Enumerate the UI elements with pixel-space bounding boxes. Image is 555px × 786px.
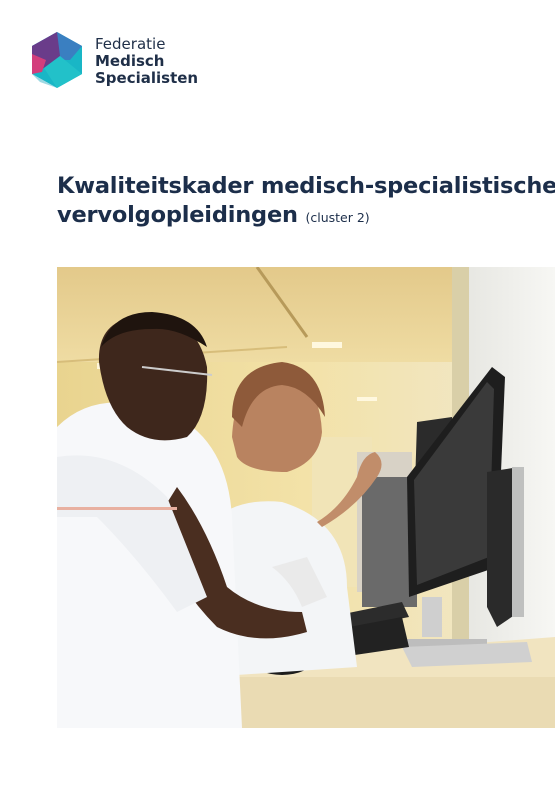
title-suffix: (cluster 2) — [305, 210, 370, 225]
fms-hexagon-logo-icon — [32, 32, 82, 88]
photo-illustration — [57, 267, 555, 728]
title-main: vervolgopleidingen — [57, 202, 298, 228]
logo-line-specialisten: Specialisten — [95, 69, 199, 87]
title-line-1: Kwaliteitskader medisch-specialistische — [57, 173, 555, 199]
logo-line-federatie: Federatie — [95, 35, 166, 53]
logo-line-medisch: Medisch — [95, 52, 165, 70]
document-title: Kwaliteitskader medisch-specialistische … — [57, 172, 555, 232]
title-line-2: vervolgopleidingen (cluster 2) — [57, 201, 537, 232]
logo-wordmark: Federatie Medisch Specialisten — [95, 36, 198, 87]
logo: Federatie Medisch Specialisten — [30, 30, 200, 94]
cover-photo — [57, 267, 555, 728]
